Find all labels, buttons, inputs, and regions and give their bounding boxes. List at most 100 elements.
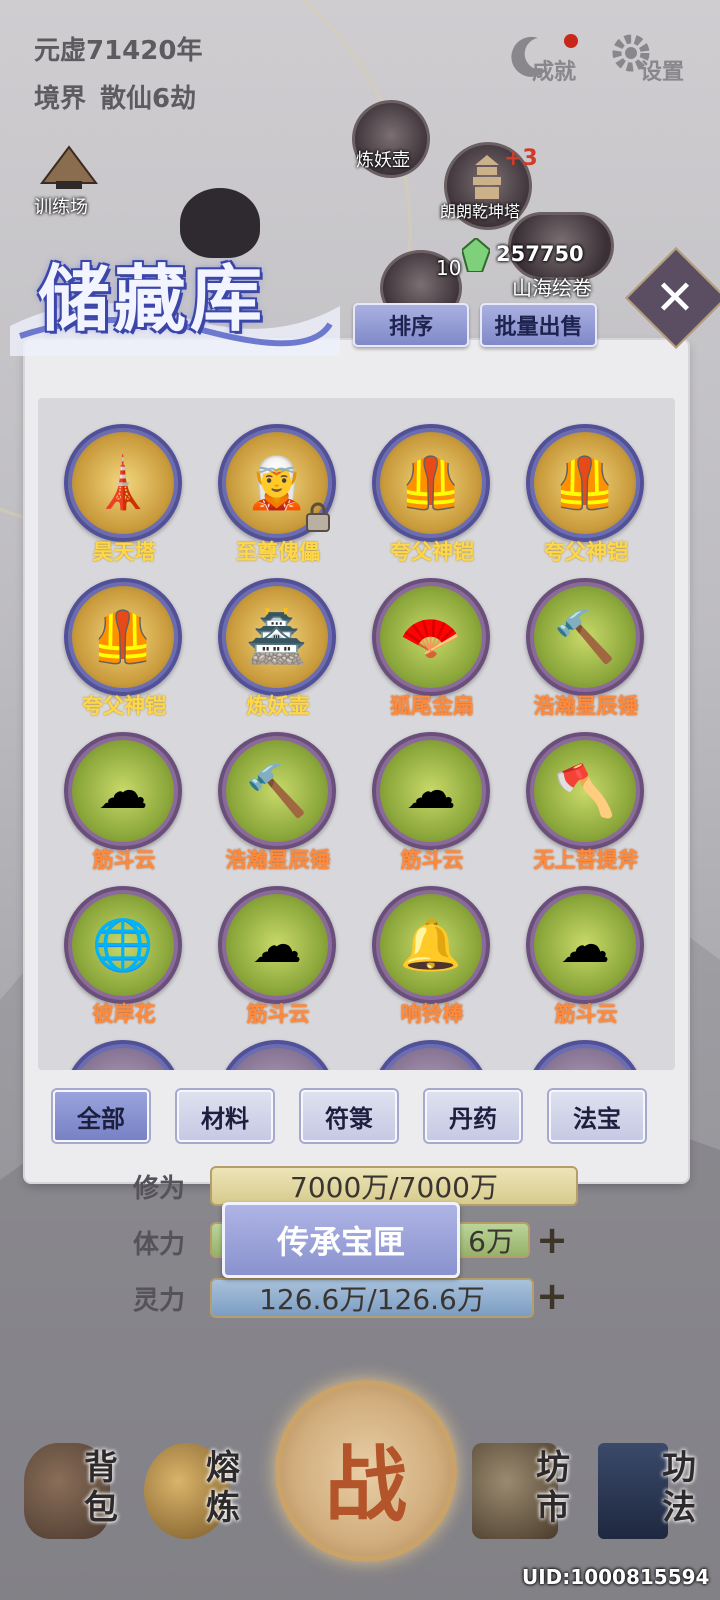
storage-item-partial[interactable] xyxy=(218,1040,336,1070)
inheritance-box-button[interactable]: 传承宝匣 xyxy=(222,1202,460,1278)
spirit-stone-display: 257750 xyxy=(462,238,602,272)
item-name: 浩瀚星辰锤 xyxy=(225,848,331,872)
stamina-plus-button[interactable]: + xyxy=(532,1221,572,1259)
nav-skills-label-1: 功 xyxy=(662,1448,696,1488)
nav-smelt[interactable]: 熔 炼 xyxy=(138,1435,258,1555)
tab-pills[interactable]: 丹药 xyxy=(425,1090,521,1142)
straw-hat-icon xyxy=(40,145,98,189)
tab-artifacts[interactable]: 法宝 xyxy=(549,1090,645,1142)
storage-item[interactable]: 🔨 浩瀚星辰锤 xyxy=(508,578,648,728)
axe-icon: 🪓 xyxy=(553,761,617,820)
achievements-button[interactable]: 成就 xyxy=(506,28,586,85)
item-name: 夸父神铠 xyxy=(82,694,166,718)
storage-item[interactable]: ☁ 筋斗云 xyxy=(508,886,648,1036)
storage-item[interactable]: 🌐 彼岸花 xyxy=(46,886,186,1036)
storage-item-partial[interactable] xyxy=(64,1040,182,1070)
tab-talismans[interactable]: 符箓 xyxy=(301,1090,397,1142)
item-grid: 🗼 昊天塔 🧝 至尊傀儡 🦺 夸父神铠 🦺 夸父神铠 🦺 夸父神铠 🏯 炼妖壶 🪭 狐尾金扇 🔨 浩瀚星辰锤 ☁… xyxy=(38,398,675,1070)
item-name: 狐尾金扇 xyxy=(390,694,474,718)
furnace-label: 炼妖壶 xyxy=(356,150,410,171)
storage-item-partial[interactable] xyxy=(372,1040,490,1070)
storage-item[interactable]: ☁ 筋斗云 xyxy=(46,732,186,882)
training-ground-node[interactable]: 训练场 xyxy=(30,145,110,220)
storage-item[interactable]: 🏯 炼妖壶 xyxy=(200,578,340,728)
storage-item[interactable]: 🧝 至尊傀儡 xyxy=(200,424,340,574)
item-name: 筋斗云 xyxy=(246,1002,310,1026)
spirit-plus-button[interactable]: + xyxy=(532,1277,572,1315)
pagoda-icon: 🏯 xyxy=(245,607,309,666)
storage-item[interactable]: 🦺 夸父神铠 xyxy=(46,578,186,728)
cloud-icon: ☁ xyxy=(406,762,456,820)
nav-skills-label-2: 法 xyxy=(662,1488,696,1528)
count-label: 10 xyxy=(436,256,462,280)
storage-title: 储藏库 xyxy=(38,256,267,341)
tab-materials[interactable]: 材料 xyxy=(177,1090,273,1142)
item-name: 夸父神铠 xyxy=(390,540,474,564)
item-name: 筋斗云 xyxy=(400,848,464,872)
item-name: 炼妖壶 xyxy=(246,694,310,718)
item-name: 浩瀚星辰锤 xyxy=(533,694,639,718)
lock-icon xyxy=(306,502,330,532)
stamina-label: 体力 xyxy=(133,1230,186,1260)
nav-smelt-label-2: 炼 xyxy=(206,1488,240,1528)
nav-market-label-2: 市 xyxy=(536,1488,570,1528)
nav-market-label-1: 坊 xyxy=(536,1448,570,1488)
armor-icon: 🦺 xyxy=(553,453,617,512)
stamina-value: 6万 xyxy=(468,1225,514,1258)
book-icon xyxy=(598,1443,668,1539)
orb-icon: 🌐 xyxy=(91,915,155,974)
storage-item-partial[interactable] xyxy=(526,1040,644,1070)
item-name: 响铃棒 xyxy=(400,1002,464,1026)
item-name: 无上菩提斧 xyxy=(533,848,639,872)
hammer-icon: 🔨 xyxy=(245,761,309,820)
sort-button[interactable]: 排序 xyxy=(353,303,469,347)
storage-item[interactable]: 🪭 狐尾金扇 xyxy=(354,578,494,728)
item-name: 筋斗云 xyxy=(554,1002,618,1026)
uid-label: UID:1000815594 xyxy=(522,1565,710,1589)
nav-market[interactable]: 坊 市 xyxy=(466,1435,586,1555)
storage-item[interactable]: 🔔 响铃棒 xyxy=(354,886,494,1036)
spirit-label: 灵力 xyxy=(133,1286,186,1316)
item-name: 至尊傀儡 xyxy=(236,540,320,564)
pagoda-icon xyxy=(473,155,501,199)
settings-button[interactable]: 设置 xyxy=(606,28,690,85)
armor-icon: 🦺 xyxy=(91,607,155,666)
year-display: 元虚71420年 xyxy=(34,36,203,66)
jade-crystal-icon xyxy=(462,238,490,272)
armor-icon: 🦺 xyxy=(399,453,463,512)
storage-item[interactable]: 🪓 无上菩提斧 xyxy=(508,732,648,882)
achievements-label: 成就 xyxy=(532,60,577,85)
storage-item[interactable]: ☁ 筋斗云 xyxy=(354,732,494,882)
cloud-icon: ☁ xyxy=(98,762,148,820)
nav-smelt-label-1: 熔 xyxy=(206,1448,240,1488)
cloud-icon: ☁ xyxy=(252,916,302,974)
storage-item[interactable]: 🦺 夸父神铠 xyxy=(508,424,648,574)
batch-sell-button[interactable]: 批量出售 xyxy=(480,303,597,347)
storage-item[interactable]: 🔨 浩瀚星辰锤 xyxy=(200,732,340,882)
fight-label: 战 xyxy=(324,1437,407,1533)
item-name: 筋斗云 xyxy=(92,848,156,872)
tab-all[interactable]: 全部 xyxy=(53,1090,149,1142)
item-name: 夸父神铠 xyxy=(544,540,628,564)
hammer-icon: 🔨 xyxy=(553,607,617,666)
close-icon[interactable]: ✕ xyxy=(645,268,705,328)
storage-item[interactable]: 🗼 昊天塔 xyxy=(46,424,186,574)
realm-value: 散仙6劫 xyxy=(100,84,197,114)
training-label: 训练场 xyxy=(34,197,88,218)
storage-item[interactable]: ☁ 筋斗云 xyxy=(200,886,340,1036)
cultivation-label: 修为 xyxy=(133,1174,186,1204)
tower-label: 朗朗乾坤塔 xyxy=(440,202,521,221)
settings-label: 设置 xyxy=(640,60,685,85)
cultivation-bar: 7000万/7000万 xyxy=(210,1166,578,1206)
nav-bag[interactable]: 背 包 xyxy=(18,1435,138,1555)
item-name: 彼岸花 xyxy=(92,1002,156,1026)
spirit-stone-count: 257750 xyxy=(496,242,584,266)
nav-skills[interactable]: 功 法 xyxy=(592,1435,712,1555)
cloud-icon: ☁ xyxy=(560,916,610,974)
nav-bag-label-2: 包 xyxy=(84,1488,118,1528)
storage-item[interactable]: 🦺 夸父神铠 xyxy=(354,424,494,574)
storage-title-banner: 储藏库 xyxy=(10,236,340,356)
realm-label: 境界 xyxy=(34,84,87,114)
notification-dot xyxy=(564,34,578,48)
tower-badge: +3 xyxy=(504,146,538,171)
